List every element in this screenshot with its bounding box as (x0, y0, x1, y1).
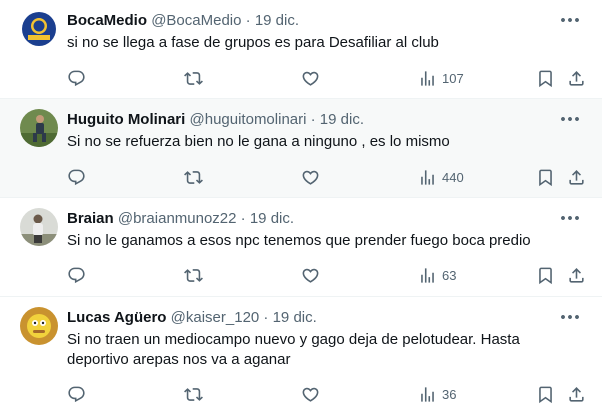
more-icon[interactable] (558, 8, 582, 32)
views-button[interactable]: 107 (418, 66, 464, 90)
tweet-text: Si no traen un mediocampo nuevo y gago d… (67, 331, 520, 368)
retweet-icon (184, 69, 203, 88)
views-icon (418, 69, 437, 88)
share-button[interactable] (567, 165, 586, 189)
tweet-date[interactable]: 19 dic. (255, 12, 299, 29)
like-button[interactable] (301, 66, 320, 90)
more-icon[interactable] (558, 206, 582, 230)
share-icon (567, 168, 586, 187)
user-cartoon-avatar (20, 307, 58, 345)
share-icon (567, 266, 586, 285)
display-name[interactable]: Braian (67, 210, 114, 227)
share-button[interactable] (567, 263, 586, 287)
reply-icon (67, 69, 86, 88)
tweet-header: BocaMedio @BocaMedio · 19 dic. (67, 11, 299, 31)
tweet-item[interactable]: BocaMedio @BocaMedio · 19 dic. si no se … (0, 0, 602, 99)
user-photo-avatar (20, 109, 58, 147)
like-button[interactable] (301, 263, 320, 287)
separator-dot: · (240, 210, 246, 227)
user-handle[interactable]: @braianmunoz22 (118, 210, 237, 227)
share-button[interactable] (567, 66, 586, 90)
tweet-date[interactable]: 19 dic. (250, 210, 294, 227)
bookmark-icon (536, 385, 555, 404)
avatar[interactable] (20, 10, 58, 48)
separator-dot: · (310, 111, 316, 128)
bookmark-icon (536, 69, 555, 88)
display-name[interactable]: Huguito Molinari (67, 111, 185, 128)
avatar[interactable] (20, 208, 58, 246)
tweet-item[interactable]: Lucas Agüero @kaiser_120 · 19 dic. Si no… (0, 297, 602, 413)
tweet-actions: 440 (0, 165, 602, 189)
user-photo-avatar (20, 208, 58, 246)
more-icon[interactable] (558, 107, 582, 131)
like-button[interactable] (301, 165, 320, 189)
tweet-date[interactable]: 19 dic. (273, 309, 317, 326)
avatar[interactable] (20, 307, 58, 345)
user-handle[interactable]: @huguitomolinari (190, 111, 307, 128)
tweet-text: Si no se refuerza bien no le gana a ning… (67, 133, 450, 150)
like-icon (301, 168, 320, 187)
views-button[interactable]: 63 (418, 263, 456, 287)
reply-icon (67, 385, 86, 404)
reply-button[interactable] (67, 263, 86, 287)
tweet-item[interactable]: Huguito Molinari @huguitomolinari · 19 d… (0, 99, 602, 198)
tweet-header: Lucas Agüero @kaiser_120 · 19 dic. (67, 308, 317, 328)
views-icon (418, 385, 437, 404)
reply-button[interactable] (67, 165, 86, 189)
avatar[interactable] (20, 109, 58, 147)
tweet-header: Braian @braianmunoz22 · 19 dic. (67, 209, 294, 229)
bookmark-button[interactable] (536, 165, 555, 189)
share-icon (567, 69, 586, 88)
reply-icon (67, 168, 86, 187)
like-icon (301, 385, 320, 404)
reply-button[interactable] (67, 382, 86, 406)
share-icon (567, 385, 586, 404)
tweet-header: Huguito Molinari @huguitomolinari · 19 d… (67, 110, 364, 130)
like-button[interactable] (301, 382, 320, 406)
like-icon (301, 69, 320, 88)
bocamedio-logo-avatar (20, 10, 58, 48)
bookmark-button[interactable] (536, 382, 555, 406)
bookmark-button[interactable] (536, 66, 555, 90)
like-icon (301, 266, 320, 285)
retweet-icon (184, 266, 203, 285)
views-button[interactable]: 440 (418, 165, 464, 189)
reply-feed: BocaMedio @BocaMedio · 19 dic. si no se … (0, 0, 602, 413)
bookmark-icon (536, 266, 555, 285)
tweet-text: si no se llega a fase de grupos es para … (67, 34, 439, 51)
separator-dot: · (263, 309, 269, 326)
bookmark-button[interactable] (536, 263, 555, 287)
tweet-actions: 63 (0, 263, 602, 287)
views-button[interactable]: 36 (418, 382, 456, 406)
bookmark-icon (536, 168, 555, 187)
reply-button[interactable] (67, 66, 86, 90)
display-name[interactable]: Lucas Agüero (67, 309, 166, 326)
tweet-actions: 36 (0, 382, 602, 406)
retweet-button[interactable] (184, 165, 203, 189)
more-icon[interactable] (558, 305, 582, 329)
display-name[interactable]: BocaMedio (67, 12, 147, 29)
tweet-item[interactable]: Braian @braianmunoz22 · 19 dic. Si no le… (0, 198, 602, 297)
retweet-button[interactable] (184, 66, 203, 90)
tweet-date[interactable]: 19 dic. (320, 111, 364, 128)
separator-dot: · (245, 12, 251, 29)
views-icon (418, 266, 437, 285)
tweet-actions: 107 (0, 66, 602, 90)
views-count: 36 (442, 386, 457, 402)
views-count: 440 (442, 169, 464, 185)
retweet-button[interactable] (184, 382, 203, 406)
user-handle[interactable]: @BocaMedio (151, 12, 241, 29)
reply-icon (67, 266, 86, 285)
user-handle[interactable]: @kaiser_120 (171, 309, 260, 326)
views-icon (418, 168, 437, 187)
retweet-icon (184, 168, 203, 187)
retweet-icon (184, 385, 203, 404)
views-count: 107 (442, 70, 464, 86)
tweet-text: Si no le ganamos a esos npc tenemos que … (67, 232, 531, 249)
views-count: 63 (442, 267, 457, 283)
retweet-button[interactable] (184, 263, 203, 287)
share-button[interactable] (567, 382, 586, 406)
